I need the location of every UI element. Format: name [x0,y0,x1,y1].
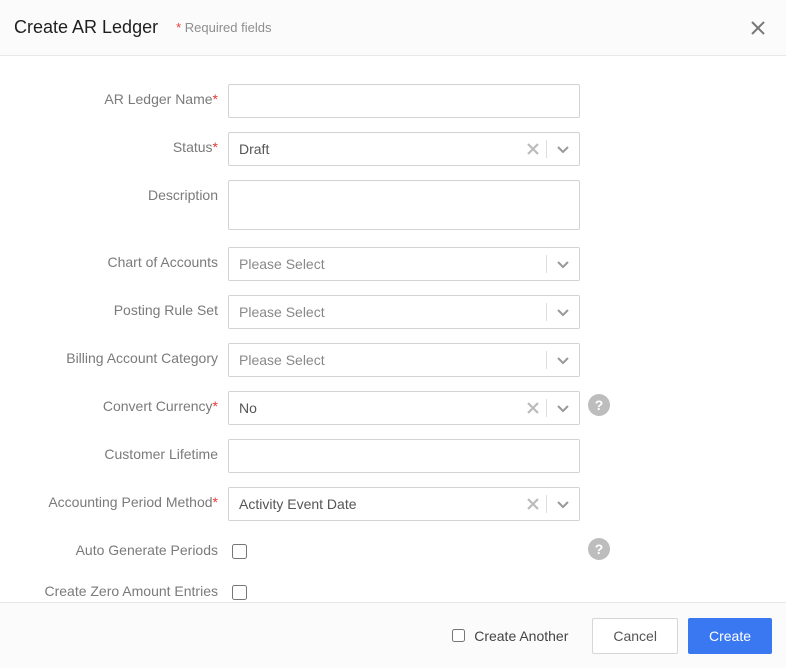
chevron-down-icon [556,401,570,415]
billing-account-category-value: Please Select [229,352,546,368]
chevron-down-icon [556,257,570,271]
posting-rule-set-value: Please Select [229,304,546,320]
chevron-down-icon [556,305,570,319]
accounting-period-method-select[interactable]: Activity Event Date [228,487,580,521]
chart-of-accounts-value: Please Select [229,256,546,272]
posting-rule-set-label: Posting Rule Set [16,295,228,318]
dialog-footer: Create Another Cancel Create [0,602,786,668]
convert-currency-clear-button[interactable] [520,392,546,424]
dialog-header: Create AR Ledger * Required fields [0,0,786,56]
auto-generate-periods-label: Auto Generate Periods [16,535,228,558]
status-value: Draft [229,141,520,157]
create-another-label: Create Another [474,628,568,644]
convert-currency-label: Convert Currency* [16,391,228,414]
chart-of-accounts-chevron[interactable] [547,248,579,280]
status-select[interactable]: Draft [228,132,580,166]
chart-of-accounts-select[interactable]: Please Select [228,247,580,281]
status-clear-button[interactable] [520,133,546,165]
required-fields-note: * Required fields [176,20,271,35]
create-button[interactable]: Create [688,618,772,654]
accounting-period-method-value: Activity Event Date [229,496,520,512]
close-icon [527,143,539,155]
close-icon [750,20,766,36]
close-icon [527,402,539,414]
create-zero-amount-entries-label: Create Zero Amount Entries [16,576,228,599]
chart-of-accounts-label: Chart of Accounts [16,247,228,270]
customer-lifetime-label: Customer Lifetime [16,439,228,462]
accounting-period-method-clear-button[interactable] [520,488,546,520]
ar-ledger-name-input[interactable] [228,84,580,118]
auto-generate-periods-checkbox[interactable] [232,544,247,559]
accounting-period-method-chevron[interactable] [547,488,579,520]
ar-ledger-name-label: AR Ledger Name* [16,84,228,107]
posting-rule-set-select[interactable]: Please Select [228,295,580,329]
convert-currency-help-icon[interactable]: ? [588,394,610,416]
convert-currency-chevron[interactable] [547,392,579,424]
customer-lifetime-input[interactable] [228,439,580,473]
chevron-down-icon [556,497,570,511]
billing-account-category-select[interactable]: Please Select [228,343,580,377]
status-chevron[interactable] [547,133,579,165]
description-input[interactable] [228,180,580,230]
chevron-down-icon [556,142,570,156]
status-label: Status* [16,132,228,155]
create-another-toggle[interactable]: Create Another [448,626,568,645]
auto-generate-periods-help-icon[interactable]: ? [588,538,610,560]
convert-currency-select[interactable]: No [228,391,580,425]
description-label: Description [16,180,228,203]
create-zero-amount-entries-checkbox[interactable] [232,585,247,600]
chevron-down-icon [556,353,570,367]
convert-currency-value: No [229,400,520,416]
posting-rule-set-chevron[interactable] [547,296,579,328]
close-button[interactable] [744,14,772,42]
form-body: AR Ledger Name* Status* Draft Descriptio… [0,56,786,627]
cancel-button[interactable]: Cancel [592,618,678,654]
billing-account-category-chevron[interactable] [547,344,579,376]
accounting-period-method-label: Accounting Period Method* [16,487,228,510]
close-icon [527,498,539,510]
billing-account-category-label: Billing Account Category [16,343,228,366]
create-another-checkbox[interactable] [452,629,465,642]
dialog-title: Create AR Ledger [14,17,158,38]
